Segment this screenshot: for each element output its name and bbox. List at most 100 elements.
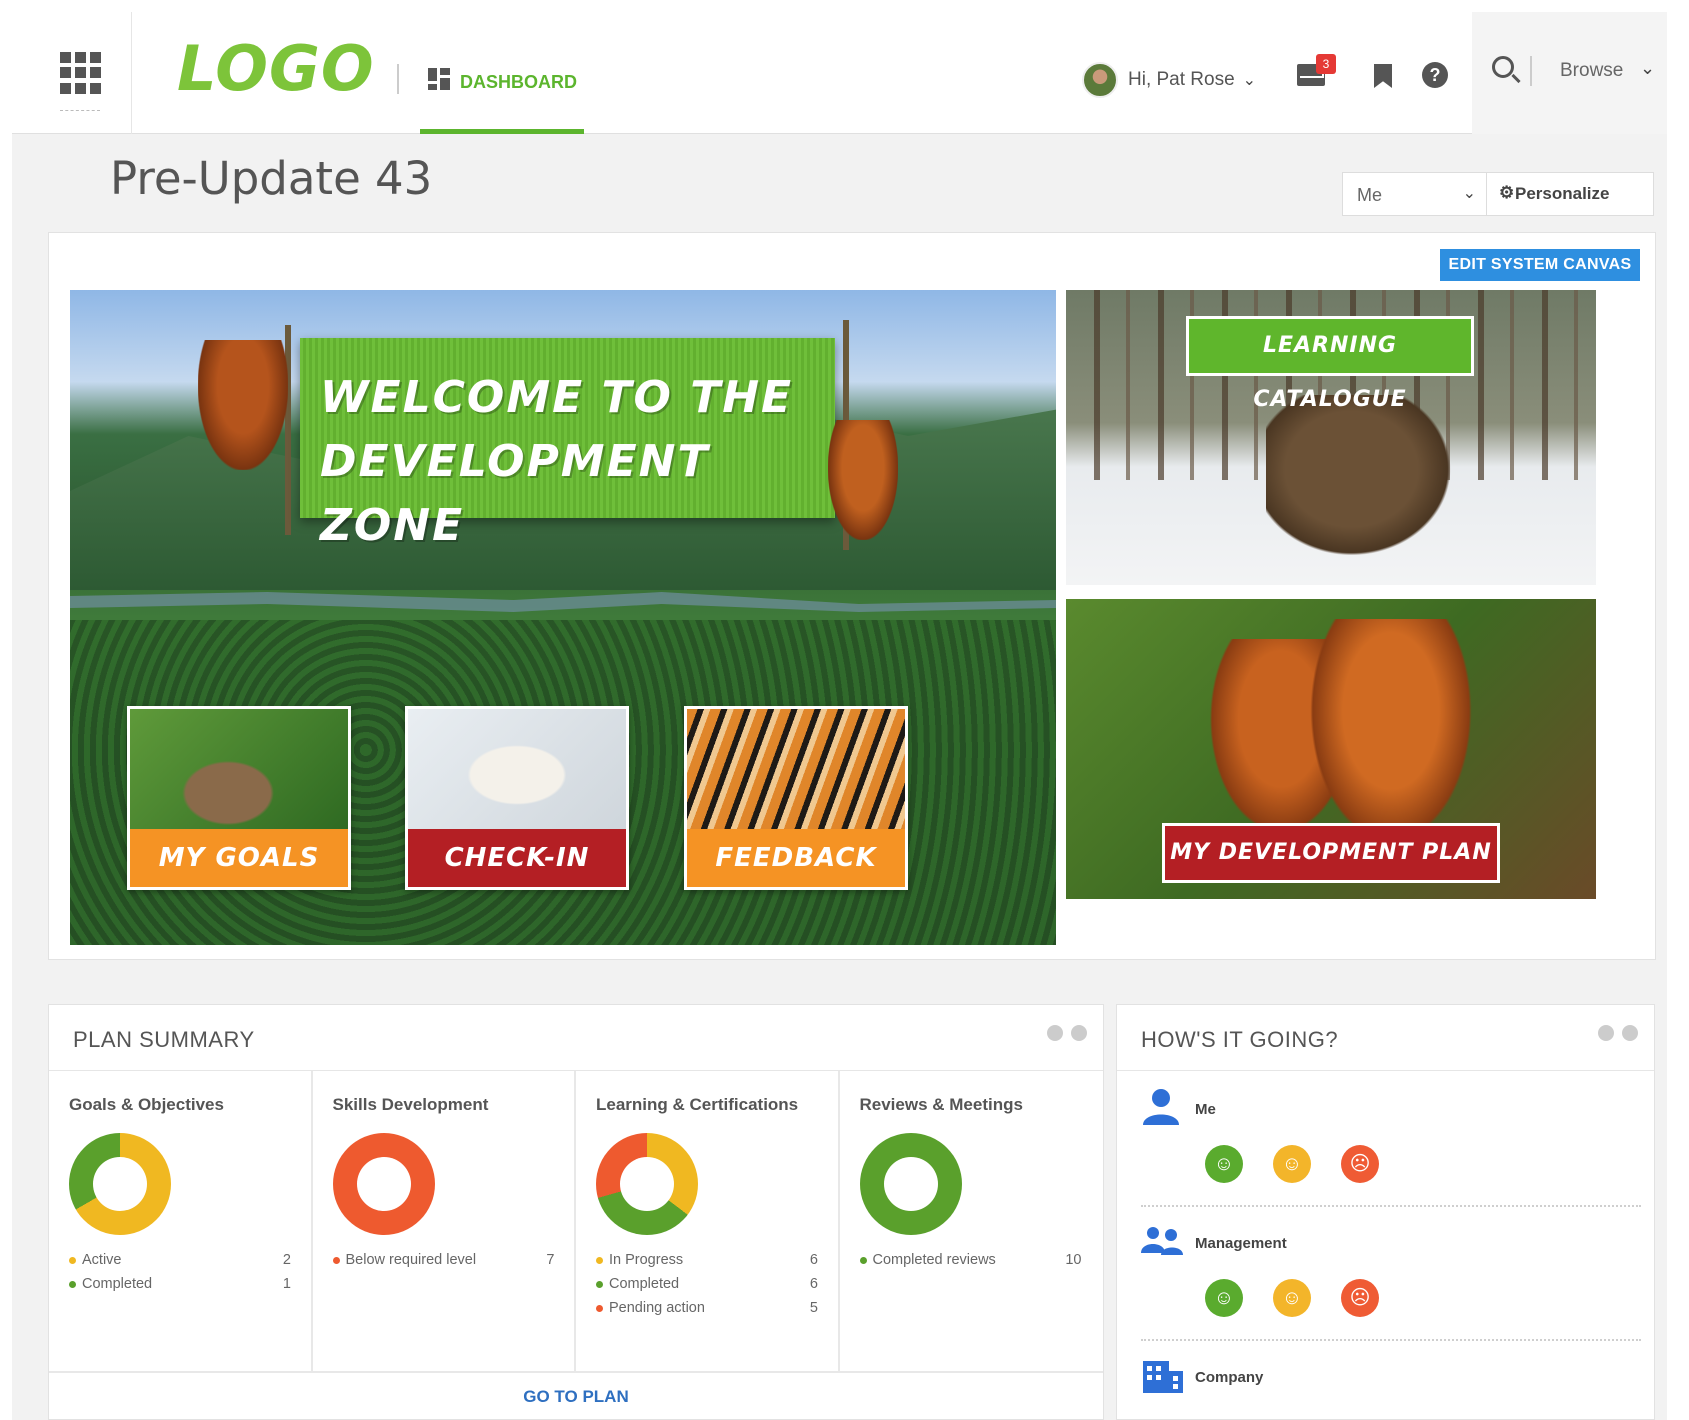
notification-badge: 3 [1316,54,1336,74]
legend: In Progress 6 Completed 6 Pending action 5 [596,1251,820,1323]
apps-underline [60,110,100,112]
legend-row: In Progress 6 [596,1251,820,1275]
edit-system-canvas-button[interactable]: EDIT SYSTEM CANVAS [1440,249,1640,281]
learning-catalogue-label: LEARNING CATALOGUE [1186,316,1474,412]
active-tab-indicator [420,129,584,134]
tab-dashboard[interactable]: DASHBOARD [420,12,584,134]
goals-column[interactable]: Goals & Objectives Active 2 Completed 1 [49,1071,313,1371]
panel-controls [1598,1025,1638,1041]
tab-dashboard-label: DASHBOARD [460,72,577,92]
scope-select[interactable]: Me ⌄ [1342,172,1487,216]
panel-footer: GO TO PLAN [49,1371,1103,1420]
legend-value: 5 [809,1300,818,1316]
top-navigation-bar: LOGO DASHBOARD Hi, Pat Rose ⌄ 3 ? Browse… [12,12,1667,134]
app-launcher[interactable] [12,12,132,134]
close-icon[interactable] [1622,1025,1638,1041]
learning-donut-chart [596,1133,698,1235]
panel-controls [1047,1025,1087,1041]
column-title: Learning & Certifications [596,1095,799,1114]
company-logo[interactable]: LOGO [177,32,375,105]
feedback-tile[interactable]: FEEDBACK [684,706,908,890]
welcome-banner-text: WELCOME TO THE DEVELOPMENT ZONE [320,366,820,558]
development-plan-tile[interactable]: MY DEVELOPMENT PLAN [1066,599,1596,899]
legend-label: Active [82,1252,122,1268]
legend-label: Completed [609,1276,680,1292]
person-icon [1143,1089,1179,1125]
legend: Below required level 7 [332,1251,557,1275]
search-icon[interactable] [1492,56,1514,78]
plan-columns: Goals & Objectives Active 2 Completed 1 Sk… [49,1071,1103,1371]
user-greeting: Hi, Pat Rose [1128,69,1235,90]
page-title: Pre-Update 43 [110,152,433,205]
bookmark-icon[interactable] [1374,64,1392,88]
divider [1141,1339,1641,1341]
help-icon[interactable]: ? [1422,62,1448,88]
banner-line-1: WELCOME TO THE [320,372,794,423]
development-plan-label: MY DEVELOPMENT PLAN [1162,823,1500,883]
legend-value: 10 [1065,1252,1082,1268]
legend-dot [596,1305,603,1312]
legend: Completed reviews 10 [859,1251,1084,1275]
legend-dot [596,1257,603,1264]
legend-row: Completed 6 [596,1275,820,1299]
legend-value: 1 [282,1276,291,1292]
close-icon[interactable] [1071,1025,1087,1041]
sad-face-icon[interactable]: ☹ [1341,1145,1379,1183]
gear-icon: ⚙ [1499,183,1515,202]
sad-face-icon[interactable]: ☹ [1341,1279,1379,1317]
my-goals-tile[interactable]: MY GOALS [127,706,351,890]
skills-column[interactable]: Skills Development Below required level 7 [313,1071,576,1371]
happy-face-icon[interactable]: ☺ [1205,1145,1243,1183]
learning-catalogue-tile[interactable]: LEARNING CATALOGUE [1066,290,1596,585]
minimize-icon[interactable] [1598,1025,1614,1041]
legend-value: 6 [809,1276,818,1292]
legend-row: Below required level 7 [332,1251,557,1275]
minimize-icon[interactable] [1047,1025,1063,1041]
section-label: Management [1195,1235,1287,1252]
reviews-column[interactable]: Reviews & Meetings Completed reviews 10 [840,1071,1104,1371]
legend-label: Below required level [345,1252,477,1268]
legend-value: 7 [546,1252,555,1268]
chevron-down-icon: ⌄ [1462,185,1476,202]
legend-dot [69,1257,76,1264]
system-canvas: EDIT SYSTEM CANVAS WELCOME TO THE DEVELO… [48,232,1656,960]
hows-it-going-panel: HOW'S IT GOING? Me ☺ ☺ ☹ Management ☺ ☺ … [1116,1004,1655,1420]
neutral-face-icon[interactable]: ☺ [1273,1279,1311,1317]
separator [1530,56,1532,86]
learning-column[interactable]: Learning & Certifications In Progress 6 C… [576,1071,840,1371]
mood-options: ☺ ☺ ☹ [1205,1279,1379,1317]
skills-donut-chart [332,1133,435,1235]
chevron-down-icon[interactable]: ⌄ [1640,58,1655,79]
banner-line-2: DEVELOPMENT ZONE [320,436,710,551]
apps-grid-icon[interactable] [60,52,102,94]
divider [1141,1205,1641,1207]
legend-dot [69,1281,76,1288]
legend-value: 6 [809,1252,818,1268]
neutral-face-icon[interactable]: ☺ [1273,1145,1311,1183]
orangutan-graphic [828,420,898,540]
section-label: Company [1195,1369,1264,1386]
scope-select-value: Me [1357,185,1383,205]
browse-menu[interactable]: Browse [1560,60,1623,82]
go-to-plan-link[interactable]: GO TO PLAN [49,1387,1103,1407]
column-title: Reviews & Meetings [859,1095,1023,1114]
section-label: Me [1195,1101,1216,1118]
tiger-image [687,709,905,829]
welcome-hero-image: WELCOME TO THE DEVELOPMENT ZONE MY GOALS… [70,290,1056,945]
orangutan-graphic [198,340,288,470]
panel-header: PLAN SUMMARY [49,1005,1103,1071]
orangutan-graphic [1306,619,1476,849]
mood-options: ☺ ☺ ☹ [1205,1145,1379,1183]
check-in-tile[interactable]: CHECK-IN [405,706,629,890]
panel-title: PLAN SUMMARY [73,1027,255,1052]
personalize-label: Personalize [1515,184,1610,203]
legend-dot [859,1257,867,1264]
reviews-donut-chart [859,1133,962,1235]
legend-row: Pending action 5 [596,1299,820,1323]
my-goals-label: MY GOALS [130,829,348,887]
happy-face-icon[interactable]: ☺ [1205,1279,1243,1317]
column-title: Skills Development [332,1095,489,1114]
legend: Active 2 Completed 1 [69,1251,293,1299]
personalize-button[interactable]: ⚙ Personalize [1486,172,1654,216]
user-menu[interactable]: Hi, Pat Rose ⌄ [1082,60,1256,100]
